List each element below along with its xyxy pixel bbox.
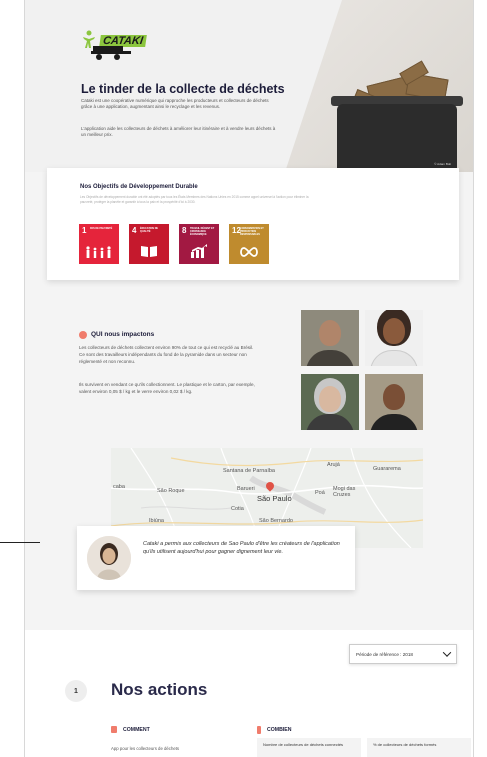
page-canvas: © Adam Bolt CATAKI Le tinder de la colle…: [24, 0, 474, 757]
sdg-tile-list: 1 PAS DE PAUVRETÉ 4 ÉDUCATION DE QUALITÉ…: [79, 224, 269, 264]
annotation-pointer-line: [0, 542, 40, 543]
stat-trained-collectors: % de collecteurs de déchets formés: [367, 738, 471, 757]
sdg-tile-name: ÉDUCATION DE QUALITÉ: [140, 227, 159, 233]
chevron-down-icon: [442, 648, 452, 657]
map-label-saopaulo: São Paulo: [257, 494, 292, 503]
qui-heading: QUI nous impactons: [91, 331, 155, 338]
qui-text-collectors: Les collecteurs de déchets collectent en…: [79, 345, 254, 364]
sdg-description: Les Objectifs de développement durable o…: [80, 195, 309, 204]
actions-heading: Nos actions: [111, 680, 208, 699]
hero-app-text: L'application aide les collecteurs de dé…: [81, 126, 276, 138]
stat-connected-collectors: Nombre de collecteurs de déchets connect…: [257, 738, 361, 757]
collector-portrait-3: [301, 374, 359, 430]
map-label-aruja: Arujá: [327, 462, 340, 468]
bars-icon: [257, 726, 261, 734]
hero-section: © Adam Bolt CATAKI Le tinder de la colle…: [25, 0, 473, 172]
map-label-caba: caba: [113, 484, 125, 490]
sdg-tile-number: 1: [82, 226, 87, 235]
collector-portrait-2: [365, 310, 423, 366]
sdg-tile-name: TRAVAIL DÉCENT ET CROISSANCE ÉCONOMIQUE: [190, 227, 215, 236]
map-label-barueri: Barueri: [237, 486, 255, 492]
map-label-guararema: Guararema: [373, 466, 401, 472]
hero-intro-text: Cataki est une coopérative numérique qui…: [81, 98, 269, 110]
collector-portrait-1: [301, 310, 359, 366]
testimonial-quote: Cataki a permis aux collecteurs de Sao P…: [143, 541, 340, 555]
growth-chart-icon: [179, 244, 219, 260]
infinity-icon: [229, 246, 269, 260]
section-bullet-icon: [79, 331, 87, 339]
document-icon: [111, 726, 117, 733]
sdg-tile-8[interactable]: 8 TRAVAIL DÉCENT ET CROISSANCE ÉCONOMIQU…: [179, 224, 219, 264]
sdg-card: Nos Objectifs de Développement Durable L…: [47, 168, 459, 280]
sdg-tile-12[interactable]: 12 CONSOMMATION ET PRODUCTION RESPONSABL…: [229, 224, 269, 264]
reference-period-select[interactable]: Période de référence : 2018: [349, 644, 457, 664]
photo-credit: © Adam Bolt: [434, 162, 451, 166]
combien-column-title: COMBIEN: [267, 727, 292, 733]
comment-column-title: COMMENT: [123, 726, 150, 733]
page-title: Le tinder de la collecte de déchets: [81, 82, 285, 96]
hero-photo: © Adam Bolt: [285, 0, 473, 172]
step-number-badge: 1: [65, 680, 87, 702]
period-select-value: Période de référence : 2018: [356, 651, 413, 657]
family-icon: [79, 246, 119, 260]
map-label-saobernardo: São Bernardo: [259, 518, 293, 524]
book-icon: [129, 245, 169, 260]
sdg-heading: Nos Objectifs de Développement Durable: [80, 184, 198, 190]
qui-text-prices: Ils survivent en vendant ce qu'ils colle…: [79, 382, 255, 394]
sdg-tile-name: CONSOMMATION ET PRODUCTION RESPONSABLES: [240, 227, 264, 236]
collector-portrait-4: [365, 374, 423, 430]
map-label-mogi: Mogi das Cruzes: [333, 486, 356, 498]
map-label-poa: Poá: [315, 490, 325, 496]
actions-section: Période de référence : 2018 1 Nos action…: [25, 630, 473, 757]
map-label-ibiuna: Ibiúna: [149, 518, 164, 524]
comment-text: App pour les collecteurs de déchets: [111, 746, 180, 751]
sdg-tile-number: 4: [132, 226, 137, 235]
combien-column-header: COMBIEN: [257, 726, 292, 734]
sdg-tile-1[interactable]: 1 PAS DE PAUVRETÉ: [79, 224, 119, 264]
avatar: [87, 536, 131, 580]
sdg-tile-name: PAS DE PAUVRETÉ: [90, 227, 113, 230]
map-label-saoroque: São Roque: [157, 488, 185, 494]
cart-icon: [91, 44, 131, 60]
comment-column-header: COMMENT: [111, 726, 150, 733]
sdg-tile-number: 8: [182, 226, 187, 235]
sdg-tile-4[interactable]: 4 ÉDUCATION DE QUALITÉ: [129, 224, 169, 264]
map-label-santana: Santana de Parnaíba: [223, 468, 275, 474]
map-label-cotia: Cotia: [231, 506, 244, 512]
testimonial-card: Cataki a permis aux collecteurs de Sao P…: [77, 526, 355, 590]
